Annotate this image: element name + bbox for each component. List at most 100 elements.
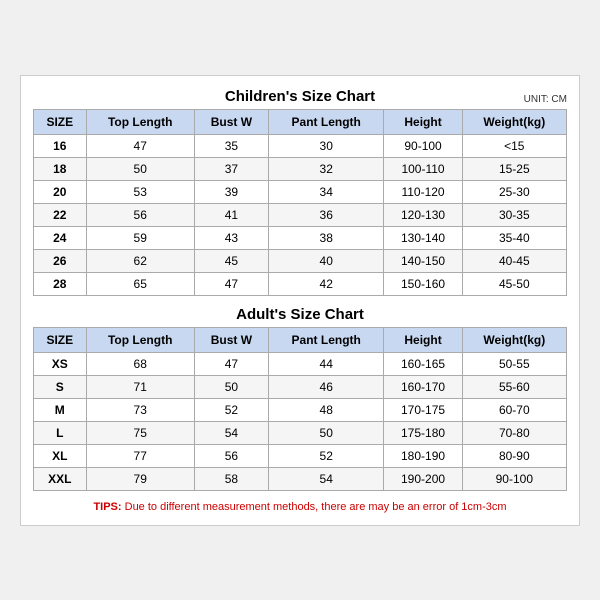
table-cell: 40 [268,249,383,272]
table-cell: 75 [86,421,194,444]
table-row: M735248170-17560-70 [34,398,567,421]
table-cell: 52 [194,398,268,421]
adults-chart-title: Adult's Size Chart [236,306,364,323]
table-cell: 77 [86,444,194,467]
unit-label: UNIT: CM [524,94,567,105]
table-row: S715046160-17055-60 [34,375,567,398]
table-cell: 46 [268,375,383,398]
table-cell: 55-60 [462,375,566,398]
table-row: XXL795854190-20090-100 [34,467,567,490]
table-cell: 50 [268,421,383,444]
table-cell: 32 [268,157,383,180]
table-cell: 79 [86,467,194,490]
adults-col-height: Height [384,327,462,352]
table-cell: 170-175 [384,398,462,421]
table-cell: 50-55 [462,352,566,375]
table-cell: 50 [194,375,268,398]
table-row: 22564136120-13030-35 [34,203,567,226]
table-cell: 140-150 [384,249,462,272]
table-cell: 62 [86,249,194,272]
table-cell: 22 [34,203,87,226]
children-header-row: SIZE Top Length Bust W Pant Length Heigh… [34,109,567,134]
table-cell: 73 [86,398,194,421]
table-cell: 175-180 [384,421,462,444]
children-col-size: SIZE [34,109,87,134]
table-cell: 45-50 [462,272,566,295]
table-cell: 71 [86,375,194,398]
table-cell: 39 [194,180,268,203]
table-cell: 47 [194,352,268,375]
table-cell: 150-160 [384,272,462,295]
table-cell: 53 [86,180,194,203]
table-cell: XL [34,444,87,467]
table-row: 18503732100-11015-25 [34,157,567,180]
children-chart-section: Children's Size Chart UNIT: CM SIZE Top … [33,88,567,296]
table-cell: 52 [268,444,383,467]
table-cell: 24 [34,226,87,249]
table-cell: 37 [194,157,268,180]
table-cell: 68 [86,352,194,375]
adults-col-size: SIZE [34,327,87,352]
table-cell: 160-165 [384,352,462,375]
table-cell: 56 [194,444,268,467]
table-cell: 40-45 [462,249,566,272]
table-cell: 90-100 [462,467,566,490]
table-cell: 120-130 [384,203,462,226]
table-cell: <15 [462,134,566,157]
table-cell: 70-80 [462,421,566,444]
adults-col-bustw: Bust W [194,327,268,352]
table-cell: 60-70 [462,398,566,421]
table-cell: 26 [34,249,87,272]
table-cell: 180-190 [384,444,462,467]
table-cell: 16 [34,134,87,157]
tips-label: TIPS: [93,501,121,513]
table-row: 1647353090-100<15 [34,134,567,157]
table-cell: 54 [268,467,383,490]
table-cell: 80-90 [462,444,566,467]
table-row: 20533934110-12025-30 [34,180,567,203]
table-row: 24594338130-14035-40 [34,226,567,249]
table-cell: 18 [34,157,87,180]
children-col-toplength: Top Length [86,109,194,134]
table-cell: 65 [86,272,194,295]
children-col-weight: Weight(kg) [462,109,566,134]
table-cell: 48 [268,398,383,421]
table-cell: M [34,398,87,421]
table-cell: 54 [194,421,268,444]
children-table: SIZE Top Length Bust W Pant Length Heigh… [33,109,567,296]
table-cell: 160-170 [384,375,462,398]
adults-col-weight: Weight(kg) [462,327,566,352]
table-cell: 58 [194,467,268,490]
table-cell: S [34,375,87,398]
children-col-height: Height [384,109,462,134]
table-row: XL775652180-19080-90 [34,444,567,467]
tips-text: Due to different measurement methods, th… [122,501,507,513]
table-row: 28654742150-16045-50 [34,272,567,295]
children-chart-title: Children's Size Chart [225,88,375,105]
table-cell: 130-140 [384,226,462,249]
table-cell: 42 [268,272,383,295]
table-cell: 25-30 [462,180,566,203]
table-row: L755450175-18070-80 [34,421,567,444]
table-cell: 36 [268,203,383,226]
table-cell: L [34,421,87,444]
table-cell: 50 [86,157,194,180]
table-cell: 43 [194,226,268,249]
table-cell: 59 [86,226,194,249]
table-cell: 110-120 [384,180,462,203]
table-cell: 44 [268,352,383,375]
table-cell: 45 [194,249,268,272]
children-title-row: Children's Size Chart UNIT: CM [33,88,567,105]
table-cell: 35 [194,134,268,157]
adults-header-row: SIZE Top Length Bust W Pant Length Heigh… [34,327,567,352]
adults-table: SIZE Top Length Bust W Pant Length Heigh… [33,327,567,491]
table-cell: XXL [34,467,87,490]
table-cell: 15-25 [462,157,566,180]
tips-row: TIPS: Due to different measurement metho… [33,501,567,513]
table-cell: 90-100 [384,134,462,157]
adults-title-row: Adult's Size Chart [33,306,567,323]
table-row: XS684744160-16550-55 [34,352,567,375]
table-cell: 30 [268,134,383,157]
table-cell: XS [34,352,87,375]
children-col-bustw: Bust W [194,109,268,134]
